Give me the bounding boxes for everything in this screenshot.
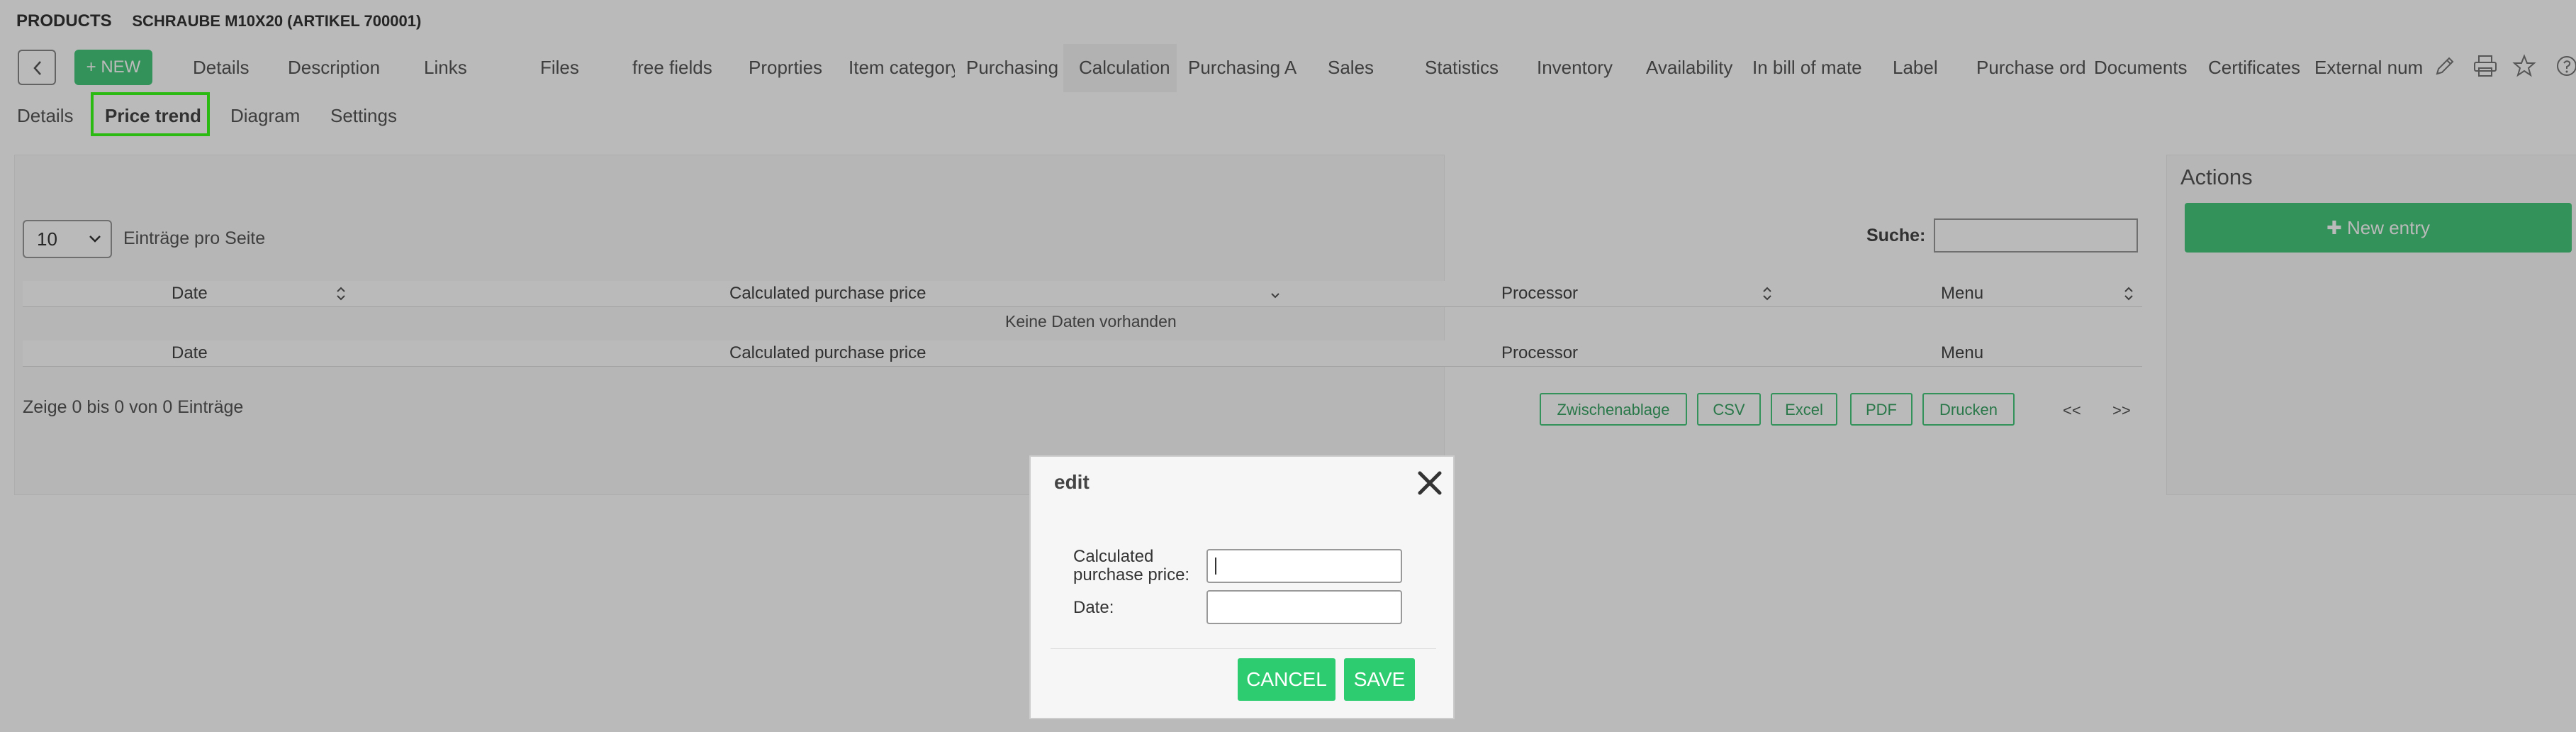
edit-dialog: edit Calculated purchase price: Date: CA… [1029,455,1455,719]
price-label: Calculated purchase price: [1073,547,1190,584]
date-label: Date: [1073,598,1114,617]
cancel-button[interactable]: CANCEL [1238,658,1335,701]
price-input[interactable] [1206,549,1402,583]
save-button[interactable]: SAVE [1344,658,1415,701]
dialog-divider [1051,648,1436,649]
text-caret [1215,558,1216,575]
dialog-title: edit [1054,471,1090,493]
close-icon[interactable] [1413,467,1446,499]
date-input[interactable] [1206,590,1402,624]
